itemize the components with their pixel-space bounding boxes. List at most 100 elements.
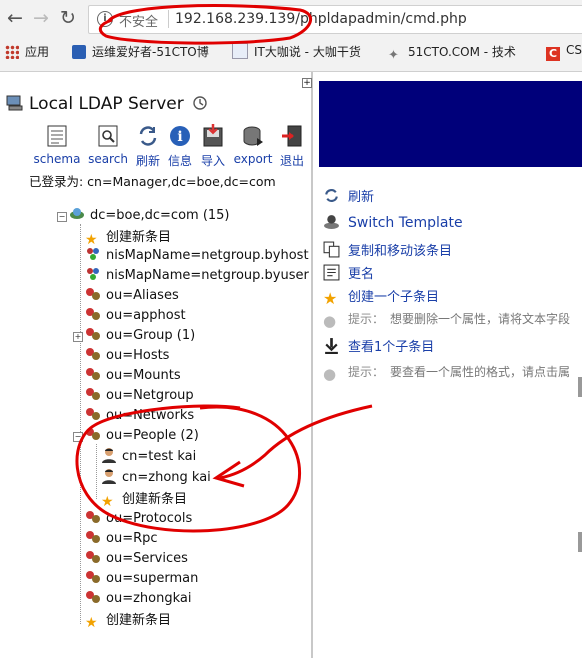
bookmark-51cto[interactable]: ✦ 51CTO.COM - 技术: [388, 43, 516, 63]
tree-item-label: ou=People (2): [106, 428, 199, 443]
server-title[interactable]: Local LDAP Server: [6, 94, 207, 114]
tree-item-label: ou=Services: [106, 551, 188, 566]
tree-item-hosts[interactable]: ou=Hosts: [85, 346, 169, 366]
ou-icon: [86, 428, 100, 440]
root-collapse-toggle[interactable]: −: [57, 212, 67, 222]
action-label: 更名: [348, 267, 375, 282]
schema-label: schema: [33, 152, 81, 166]
ou-icon: [86, 308, 100, 320]
ou-icon: [86, 328, 100, 340]
tree-item-label: cn=test kai: [122, 449, 197, 464]
expand-frame-icon[interactable]: +: [302, 78, 312, 88]
refresh-action[interactable]: 刷新: [323, 186, 374, 205]
import-label: 导入: [200, 154, 225, 168]
tree-item-label: 创建新条目: [106, 230, 172, 245]
tree-item-zhong-kai[interactable]: cn=zhong kai: [101, 468, 211, 488]
tree-item-networks[interactable]: ou=Networks: [85, 406, 194, 426]
rename-icon: [323, 264, 340, 281]
hint-attribute-format: ● 提示： 要查看一个属性的格式，请点击属: [323, 363, 571, 383]
right-panel: 刷新 Switch Template 复制和移动该条目 更名 ★ 创建一个子条目 …: [313, 72, 582, 658]
tree-item-label: ou=Hosts: [106, 348, 170, 363]
tree-item-label: ou=Mounts: [106, 368, 181, 383]
group-expand-toggle[interactable]: +: [73, 332, 83, 342]
bookmark-label: 51CTO.COM - 技术: [408, 45, 516, 59]
download-arrow-icon: [325, 338, 338, 354]
bookmark-label: IT大咖说 - 大咖干货: [254, 45, 361, 59]
reload-icon[interactable]: ↻: [57, 7, 79, 29]
address-bar[interactable]: i 不安全 192.168.239.139/phpldapadmin/cmd.p…: [88, 5, 582, 34]
tree-item-group[interactable]: ou=Group (1): [85, 326, 195, 346]
tree-item-label: ou=zhongkai: [106, 591, 192, 606]
forward-arrow-icon[interactable]: →: [30, 7, 52, 29]
address-separator: [168, 10, 169, 28]
bookmark-cs[interactable]: C CS: [546, 43, 582, 61]
tree-item-people[interactable]: ou=People (2): [85, 426, 199, 446]
switch-template-action[interactable]: Switch Template: [323, 213, 463, 231]
export-icon: [243, 126, 263, 146]
group-icon: [87, 268, 99, 280]
bookmark-51cto-blog[interactable]: 运维爱好者-51CTO博: [72, 43, 209, 60]
tree-root[interactable]: dc=boe,dc=com (15): [69, 206, 230, 226]
logout-button[interactable]: 退出: [268, 124, 316, 169]
entry-header-banner: [319, 81, 582, 167]
tree-item-netgroup-byuser[interactable]: nisMapName=netgroup.byuser: [85, 266, 309, 286]
tree-item-services[interactable]: ou=Services: [85, 549, 188, 569]
tree-item-aliases[interactable]: ou=Aliases: [85, 286, 179, 306]
user-icon: [102, 469, 116, 484]
hint-label: 提示：: [348, 365, 385, 379]
logout-label: 退出: [279, 154, 304, 168]
tree-item-create-new[interactable]: ★ 创建新条目: [85, 226, 172, 248]
tree-item-test-kai[interactable]: cn=test kai: [101, 447, 196, 467]
tree-item-label: nisMapName=netgroup.byhost: [106, 248, 309, 263]
hint-text: 想要删除一个属性，请将文本字段: [390, 312, 571, 326]
tree-item-label: 创建新条目: [122, 492, 188, 507]
bookmark-itdks[interactable]: IT大咖说 - 大咖干货: [232, 43, 361, 60]
scroll-marker[interactable]: [578, 377, 582, 397]
tree-item-label: ou=Netgroup: [106, 388, 194, 403]
ou-icon: [86, 408, 100, 420]
tree-item-create-new-people[interactable]: ★ 创建新条目: [101, 488, 188, 510]
search-label: search: [88, 152, 128, 166]
ou-icon: [86, 531, 100, 543]
server-title-text: Local LDAP Server: [29, 94, 184, 114]
hint-text: 要查看一个属性的格式，请点击属: [390, 365, 571, 379]
info-icon[interactable]: i: [97, 11, 113, 27]
tree-item-create-new-bottom[interactable]: ★ 创建新条目: [85, 609, 171, 631]
view-children-action[interactable]: 查看1个子条目: [323, 336, 434, 355]
star-icon: ★: [101, 494, 114, 510]
bookmark-apps[interactable]: 应用: [5, 43, 49, 60]
clock-icon[interactable]: [193, 96, 207, 110]
ou-icon: [86, 388, 100, 400]
bookmarks-bar: 应用 运维爱好者-51CTO博 IT大咖说 - 大咖干货 ✦ 51CTO.COM …: [0, 39, 582, 63]
template-icon: [324, 215, 339, 229]
ou-icon: [86, 368, 100, 380]
hint-label: 提示：: [348, 312, 385, 326]
schema-icon: [47, 125, 67, 147]
scroll-marker[interactable]: [578, 532, 582, 552]
refresh-icon: [325, 189, 338, 202]
rename-action[interactable]: 更名: [323, 263, 374, 282]
tree-item-label: cn=zhong kai: [122, 470, 211, 485]
group-icon: [87, 248, 99, 260]
tree-item-rpc[interactable]: ou=Rpc: [85, 529, 158, 549]
tree-item-mounts[interactable]: ou=Mounts: [85, 366, 181, 386]
tree-item-zhongkai[interactable]: ou=zhongkai: [85, 589, 191, 609]
tree-item-protocols[interactable]: ou=Protocols: [85, 509, 192, 529]
tree-item-label: ou=apphost: [106, 308, 186, 323]
back-arrow-icon[interactable]: ←: [4, 7, 26, 29]
url-text[interactable]: 192.168.239.139/phpldapadmin/cmd.php: [175, 11, 467, 27]
tree-item-netgroup[interactable]: ou=Netgroup: [85, 386, 194, 406]
tree-item-label: nisMapName=netgroup.byuser: [106, 268, 309, 283]
tree-item-superman[interactable]: ou=superman: [85, 569, 198, 589]
tree-item-apphost[interactable]: ou=apphost: [85, 306, 186, 326]
people-collapse-toggle[interactable]: −: [73, 432, 83, 442]
schema-button[interactable]: schema: [33, 124, 81, 166]
create-child-action[interactable]: ★ 创建一个子条目: [323, 286, 439, 308]
copy-move-action[interactable]: 复制和移动该条目: [323, 240, 452, 259]
site-logo-icon: [232, 43, 248, 59]
ou-icon: [86, 571, 100, 583]
tree-item-netgroup-byhost[interactable]: nisMapName=netgroup.byhost: [85, 246, 309, 266]
ou-icon: [86, 511, 100, 523]
import-icon: [203, 124, 223, 147]
star-icon: ★: [85, 615, 98, 631]
